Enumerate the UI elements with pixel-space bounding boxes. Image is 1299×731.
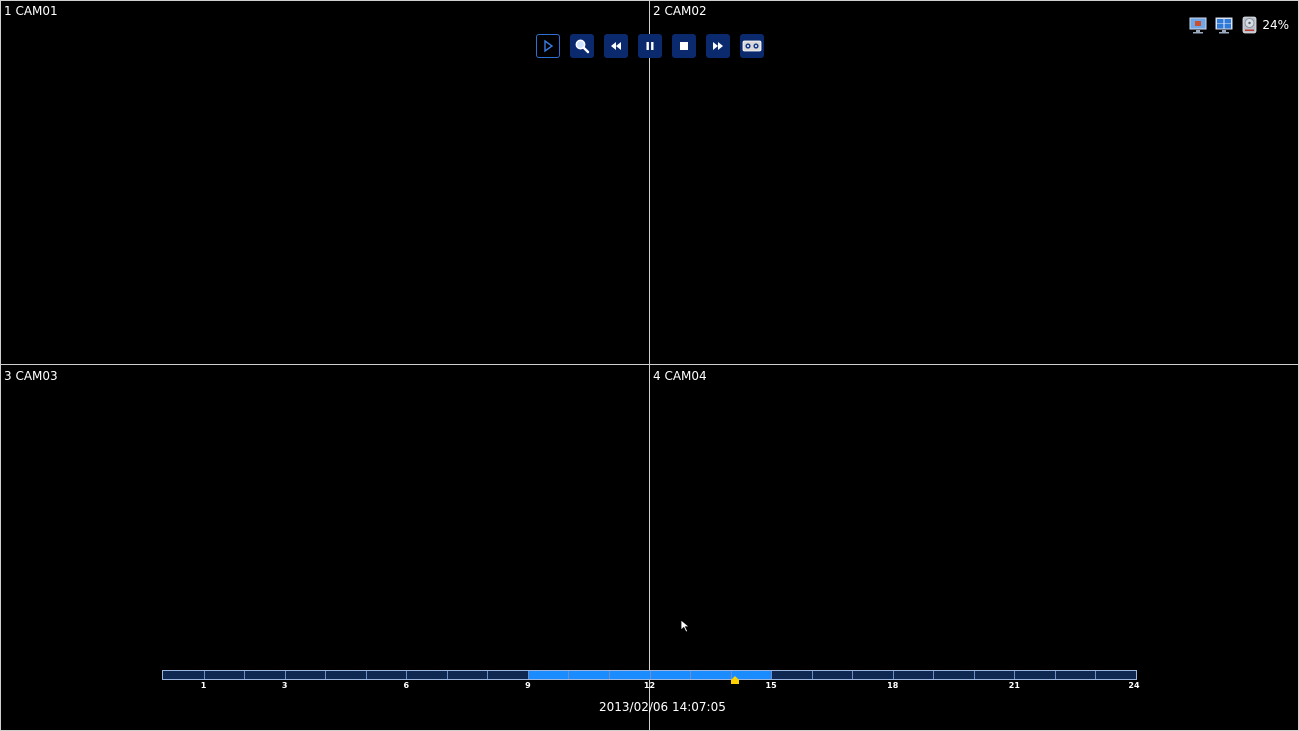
timeline-tick: [527, 671, 529, 679]
status-area: 24%: [1188, 15, 1289, 35]
timeline-tick: [852, 671, 854, 679]
hard-disk-icon: [1242, 16, 1257, 34]
camera-label: 2 CAM02: [653, 4, 707, 18]
timeline-hour-label: 3: [281, 681, 288, 690]
timeline-tick: [365, 671, 367, 679]
monitor-icon[interactable]: [1188, 15, 1208, 35]
timeline-tick: [244, 671, 246, 679]
mouse-pointer-icon: [680, 619, 691, 633]
timeline-tick: [608, 671, 610, 679]
timeline-tick: [649, 671, 651, 679]
play-icon: [544, 39, 554, 53]
split-screen-icon[interactable]: [1214, 15, 1234, 35]
timeline-hour-label: 1: [200, 681, 207, 690]
timeline-hour-label: 9: [525, 681, 531, 690]
stop-icon: [680, 42, 688, 50]
camera-label: 1 CAM01: [4, 4, 58, 18]
timeline-hour-label: 24: [1128, 681, 1140, 690]
stop-button[interactable]: [672, 34, 696, 58]
disk-usage-text: 24%: [1262, 18, 1289, 32]
play-button[interactable]: [536, 34, 560, 58]
pause-icon: [646, 42, 654, 50]
timeline-hour-label: 6: [403, 681, 410, 690]
camera-label: 4 CAM04: [653, 369, 707, 383]
timeline-hour-label: 12: [643, 681, 656, 690]
fast-forward-button[interactable]: [706, 34, 730, 58]
playback-toolbar: [536, 34, 764, 58]
timeline-tick: [933, 671, 935, 679]
rewind-button[interactable]: [604, 34, 628, 58]
timeline-tick: [1054, 671, 1056, 679]
pause-button[interactable]: [638, 34, 662, 58]
timeline-tick: [284, 671, 286, 679]
backup-button[interactable]: [740, 34, 764, 58]
dvr-playback-screen: 1 CAM01 2 CAM02 3 CAM03 4 CAM04 24% 1 3 …: [0, 0, 1299, 731]
fast-forward-icon: [713, 42, 723, 50]
timeline-tick: [325, 671, 327, 679]
zoom-button[interactable]: [570, 34, 594, 58]
timeline-hour-label: 21: [1008, 681, 1020, 690]
timeline-position-marker[interactable]: [731, 676, 740, 684]
playback-datetime: 2013/02/06 14:07:05: [599, 700, 726, 714]
timeline-tick: [487, 671, 489, 679]
backup-icon: [742, 40, 762, 52]
timeline-tick: [1095, 671, 1097, 679]
timeline-tick: [1014, 671, 1016, 679]
timeline-tick: [771, 671, 773, 679]
timeline-tick: [406, 671, 408, 679]
timeline-tick: [973, 671, 975, 679]
timeline-tick: [446, 671, 448, 679]
timeline-bar[interactable]: [162, 670, 1137, 680]
timeline-hour-label: 15: [765, 681, 777, 690]
zoom-icon: [575, 39, 590, 54]
grid-divider-vertical: [649, 0, 650, 731]
timeline-tick: [203, 671, 205, 679]
rewind-icon: [611, 42, 621, 50]
camera-label: 3 CAM03: [4, 369, 58, 383]
timeline-tick: [892, 671, 894, 679]
timeline-tick: [690, 671, 692, 679]
timeline-tick: [568, 671, 570, 679]
timeline-tick: [811, 671, 813, 679]
timeline-hour-label: 18: [887, 681, 899, 690]
